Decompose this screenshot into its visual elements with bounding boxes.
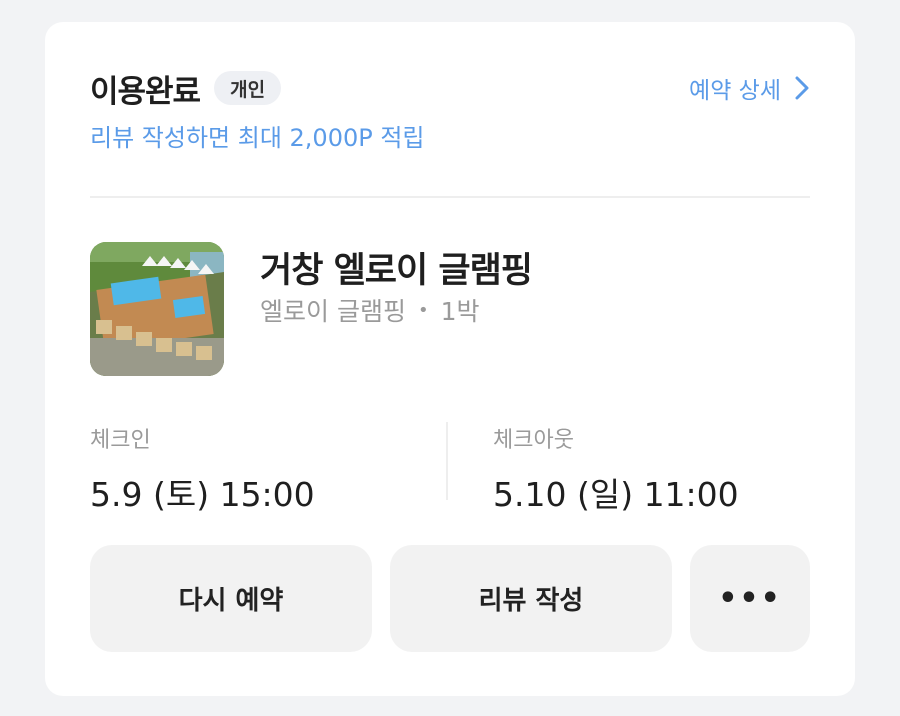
more-options-button[interactable]: ••• <box>690 545 810 652</box>
card-header: 이용완료 개인 예약 상세 <box>90 68 809 110</box>
nights-count: 1박 <box>440 297 480 326</box>
checkout-label: 체크아웃 <box>493 428 574 453</box>
divider <box>90 196 810 198</box>
stay-subtitle: 엘로이 글램핑 • 1박 <box>260 292 479 328</box>
checkin-value: 5.9 (토) 15:00 <box>90 475 315 514</box>
rebook-button[interactable]: 다시 예약 <box>90 545 372 652</box>
reservation-detail-link[interactable]: 예약 상세 <box>689 71 809 105</box>
checkin-block: 체크인 5.9 (토) 15:00 <box>90 422 315 516</box>
reservation-card: 이용완료 개인 예약 상세 리뷰 작성하면 최대 2,000P 적립 거창 엘로… <box>45 22 855 696</box>
review-promo-text: 리뷰 작성하면 최대 2,000P 적립 <box>90 124 425 152</box>
checkout-value: 5.10 (일) 11:00 <box>493 475 739 514</box>
stay-thumbnail[interactable] <box>90 242 224 376</box>
write-review-button[interactable]: 리뷰 작성 <box>390 545 672 652</box>
chevron-right-icon <box>795 76 809 100</box>
vertical-divider <box>446 422 448 500</box>
checkout-block: 체크아웃 5.10 (일) 11:00 <box>493 422 739 516</box>
status-title: 이용완료 <box>90 73 201 110</box>
type-badge: 개인 <box>214 71 282 105</box>
checkin-label: 체크인 <box>90 428 151 453</box>
property-name: 엘로이 글램핑 <box>260 297 406 326</box>
glamping-photo-icon <box>90 242 224 376</box>
separator-dot: • <box>417 299 429 321</box>
reservation-detail-label: 예약 상세 <box>689 78 781 104</box>
stay-name[interactable]: 거창 엘로이 글램핑 <box>260 242 533 293</box>
